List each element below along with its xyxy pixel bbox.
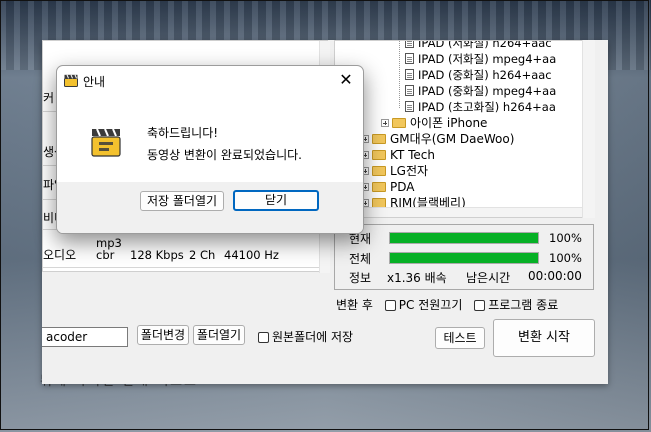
document-icon xyxy=(405,101,414,112)
checkbox-box[interactable] xyxy=(384,300,396,311)
dialog-footer: 저장 폴더열기 닫기 xyxy=(57,182,363,233)
program-exit-checkbox[interactable]: 프로그램 종료 xyxy=(474,298,558,312)
tree-item[interactable]: IPAD (중화질) h264+aac xyxy=(405,67,552,83)
total-percent: 100% xyxy=(549,251,582,265)
open-folder-button[interactable]: 폴더열기 xyxy=(193,325,245,345)
tree-item[interactable]: IPAD (중화질) mpeg4+aa xyxy=(405,83,556,99)
checkbox-box[interactable] xyxy=(474,300,486,311)
close-icon[interactable]: ✕ xyxy=(333,68,359,92)
remaining-label: 남은시간 xyxy=(466,271,511,285)
document-icon xyxy=(405,85,414,96)
audio-label: 오디오 xyxy=(43,248,77,262)
speed-value: x1.36 배속 xyxy=(387,271,447,285)
tree-item[interactable]: IPAD (저화질) h264+aac xyxy=(405,40,552,51)
progress-panel: 현재 100% 전체 100% 정보 x1.36 배속 남은시간 00:00:0… xyxy=(334,224,594,290)
tree-folder-kt[interactable]: KT Tech xyxy=(361,147,435,163)
tree-item-label: IPAD (저화질) mpeg4+aa xyxy=(418,52,557,66)
tree-folder-label: 아이폰 iPhone xyxy=(410,116,488,130)
tree-folder-label: KT Tech xyxy=(390,148,435,162)
completion-dialog: 안내 ✕ 축하드립니다! 동영상 변환이 완료되었습니다. 저장 폴더열기 닫기 xyxy=(56,65,364,234)
info-label: 정보 xyxy=(349,271,372,285)
start-convert-button[interactable]: 변환 시작 xyxy=(493,319,595,357)
remaining-value: 00:00:00 xyxy=(528,269,582,283)
tree-item-label: IPAD (초고화질) h264+aa xyxy=(418,100,556,114)
test-button[interactable]: 테스트 xyxy=(435,327,485,349)
tree-folder-gm[interactable]: GM대우(GM DaeWoo) xyxy=(361,131,514,147)
tree-item-label: IPAD (저화질) h264+aac xyxy=(418,40,552,50)
left-label-1: 커 xyxy=(43,91,55,105)
open-save-folder-button[interactable]: 저장 폴더열기 xyxy=(140,191,224,211)
tree-horizontal-scrollbar[interactable] xyxy=(335,207,593,217)
document-icon xyxy=(405,41,414,48)
tree-folder-lg[interactable]: LG전자 xyxy=(361,163,428,179)
tree-item[interactable]: IPAD (저화질) mpeg4+aa xyxy=(405,51,556,67)
audio-mode: cbr xyxy=(96,248,115,262)
folder-icon xyxy=(372,134,386,144)
audio-bitrate: 128 Kbps xyxy=(130,248,184,262)
device-tree: IPAD (저화질) h264+aac IPAD (저화질) mpeg4+aa … xyxy=(334,40,594,218)
audio-channels: 2 Ch xyxy=(189,248,216,262)
dialog-message-line1: 축하드립니다! xyxy=(147,126,219,140)
dialog-titlebar[interactable]: 안내 ✕ xyxy=(57,66,363,96)
close-button[interactable]: 닫기 xyxy=(233,190,319,211)
folder-icon xyxy=(372,150,386,160)
checkbox-box[interactable] xyxy=(258,332,269,343)
folder-icon xyxy=(392,118,406,128)
save-in-source-label: 원본폴더에 저장 xyxy=(272,330,354,344)
after-convert-row: 변환 후 PC 전원끄기 프로그램 종료 xyxy=(336,296,558,313)
folder-icon xyxy=(372,182,386,192)
document-icon xyxy=(405,69,414,80)
tree-item[interactable]: IPAD (초고화질) h264+aa xyxy=(405,99,556,115)
current-percent: 100% xyxy=(549,231,582,245)
pc-off-label: PC 전원끄기 xyxy=(398,298,463,312)
tree-folder-label: GM대우(GM DaeWoo) xyxy=(390,132,515,146)
after-label: 변환 후 xyxy=(336,298,373,312)
save-in-source-checkbox[interactable]: 원본폴더에 저장 xyxy=(258,328,353,345)
audio-samplerate: 44100 Hz xyxy=(224,248,279,262)
program-exit-label: 프로그램 종료 xyxy=(488,298,559,312)
folder-icon xyxy=(372,166,386,176)
tree-folder-pda[interactable]: PDA xyxy=(361,179,414,195)
tree-item-label: IPAD (중화질) h264+aac xyxy=(418,68,552,82)
document-icon xyxy=(405,53,414,64)
tree-item-label: IPAD (중화질) mpeg4+aa xyxy=(418,84,557,98)
clapperboard-icon xyxy=(64,74,78,87)
tree-folder-label: PDA xyxy=(390,180,415,194)
tree-vertical-scrollbar[interactable] xyxy=(582,40,595,218)
total-progress-fill xyxy=(390,253,538,263)
dialog-message-line2: 동영상 변환이 완료되었습니다. xyxy=(147,148,302,162)
dialog-title: 안내 xyxy=(83,75,106,89)
current-progress-bar xyxy=(389,232,539,244)
total-label: 전체 xyxy=(349,252,372,266)
total-progress-bar xyxy=(389,252,539,264)
current-progress-fill xyxy=(390,233,538,243)
tree-folder-iphone[interactable]: 아이폰 iPhone xyxy=(381,115,487,131)
tree-folder-label: LG전자 xyxy=(390,164,429,178)
clapperboard-icon xyxy=(91,128,121,157)
expand-icon[interactable] xyxy=(381,119,389,127)
tree-line xyxy=(399,41,400,109)
divider xyxy=(43,267,329,268)
change-folder-button[interactable]: 폴더변경 xyxy=(137,325,189,345)
output-folder-input[interactable]: acoder xyxy=(42,327,128,347)
pc-off-checkbox[interactable]: PC 전원끄기 xyxy=(384,298,463,312)
